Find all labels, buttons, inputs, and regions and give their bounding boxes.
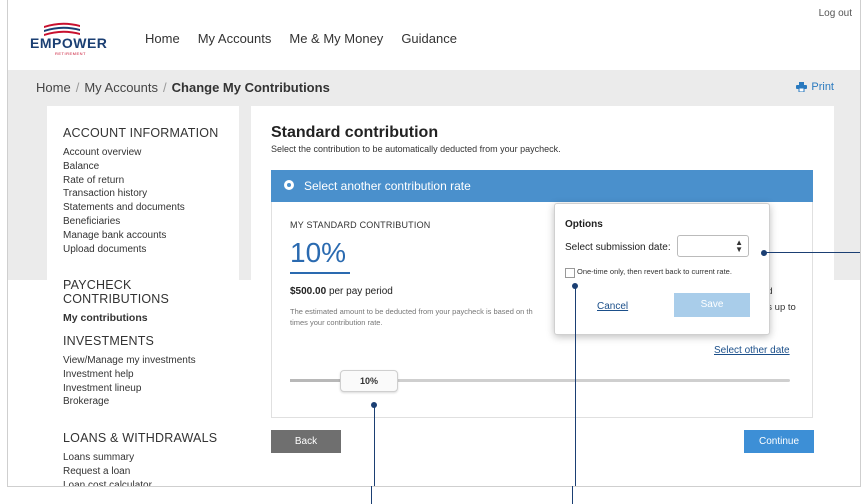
submission-date-label: Select submission date: [565,242,671,253]
print-button[interactable]: Print [796,81,834,93]
page-subtitle: Select the contribution to be automatica… [271,144,561,154]
empower-logo[interactable]: EMPOWER RETIREMENT [30,20,107,60]
page-frame: EMPOWER RETIREMENT Home My Accounts Me &… [7,0,861,487]
callout-line [374,405,375,486]
radio-selected-icon[interactable] [284,180,294,190]
amount-per-pay-period: $500.00 per pay period [290,286,393,297]
sidebar-item-brokerage[interactable]: Brokerage [63,395,196,409]
one-time-checkbox-label[interactable]: One-time only, then revert back to curre… [577,267,732,276]
breadcrumb: Home / My Accounts / Change My Contributions [36,80,330,95]
amount-suffix: per pay period [328,286,393,297]
estimate-text: The estimated amount to be deducted from… [290,306,540,328]
continue-button[interactable]: Continue [744,430,814,453]
contribution-slider-handle[interactable]: 10% [340,370,398,392]
flag-stripes-icon [44,22,80,36]
sidebar-item-investment-lineup[interactable]: Investment lineup [63,382,196,396]
sidebar-item-balance[interactable]: Balance [63,160,218,174]
logo-wordmark: EMPOWER [30,35,108,51]
sidebar-item-beneficiaries[interactable]: Beneficiaries [63,215,218,229]
contribution-option-bar[interactable]: Select another contribution rate [271,170,813,202]
contribution-option-label: Select another contribution rate [304,179,471,193]
callout-line-extension [371,486,372,504]
cancel-link[interactable]: Cancel [597,301,628,312]
sidebar-heading: INVESTMENTS [63,334,155,348]
site-header: EMPOWER RETIREMENT Home My Accounts Me &… [8,0,860,70]
sidebar-section-account-information: ACCOUNT INFORMATION Account overview Bal… [63,126,218,256]
one-time-checkbox[interactable] [565,268,575,278]
estimate-line-1: The estimated amount to be deducted from… [290,307,533,316]
sidebar-item-account-overview[interactable]: Account overview [63,146,218,160]
main-nav: Home My Accounts Me & My Money Guidance [145,31,457,46]
sidebar-item-loans-summary[interactable]: Loans summary [63,451,217,465]
sidebar-item-view-manage-investments[interactable]: View/Manage my investments [63,354,196,368]
contribution-percent: 10% [290,237,347,268]
logo-subtitle: RETIREMENT [55,51,86,56]
sidebar-heading: ACCOUNT INFORMATION [63,126,219,140]
callout-line [575,286,576,486]
nav-guidance[interactable]: Guidance [401,31,457,46]
sidebar-item-loan-cost-calculator[interactable]: Loan cost calculator [63,479,217,486]
nav-me-and-my-money[interactable]: Me & My Money [289,31,383,46]
print-label: Print [811,81,834,93]
save-button[interactable]: Save [674,293,750,317]
submission-date-select[interactable]: ▲ ▼ [677,235,749,257]
breadcrumb-separator: / [163,80,167,95]
callout-dot [761,250,767,256]
sidebar-section-paycheck: PAYCHECK CONTRIBUTIONS My contributions [63,278,239,326]
sidebar-item-statements[interactable]: Statements and documents [63,201,218,215]
select-other-date-link[interactable]: Select other date [714,345,790,356]
estimate-line-2: times your contribution rate. [290,318,383,327]
sidebar-item-investment-help[interactable]: Investment help [63,368,196,382]
sidebar-item-request-a-loan[interactable]: Request a loan [63,465,217,479]
sidebar-section-investments: INVESTMENTS View/Manage my investments I… [63,334,196,409]
nav-home[interactable]: Home [145,31,180,46]
sidebar-item-my-contributions[interactable]: My contributions [63,312,239,326]
breadcrumb-my-accounts[interactable]: My Accounts [84,80,158,95]
callout-line-extension [572,486,573,504]
printer-icon [796,82,808,92]
page-title: Standard contribution [271,124,439,141]
sidebar-item-manage-bank-accounts[interactable]: Manage bank accounts [63,229,218,243]
breadcrumb-separator: / [75,80,80,95]
callout-line [764,252,860,253]
sidebar-item-transaction-history[interactable]: Transaction history [63,187,218,201]
amount-value: $500.00 [290,286,327,297]
sidebar-section-loans: LOANS & WITHDRAWALS Loans summary Reques… [63,431,218,486]
nav-my-accounts[interactable]: My Accounts [198,31,272,46]
select-arrows-icon: ▲ ▼ [735,238,743,254]
percent-underline [290,272,350,274]
standard-contribution-label: MY STANDARD CONTRIBUTION [290,220,431,230]
back-button[interactable]: Back [271,430,341,453]
options-popover: Options Select submission date: ▲ ▼ One-t… [554,203,770,335]
sidebar-heading: PAYCHECK CONTRIBUTIONS [63,278,170,306]
sidebar-heading: LOANS & WITHDRAWALS [63,431,218,445]
logout-link[interactable]: Log out [819,8,852,19]
sidebar: ACCOUNT INFORMATION Account overview Bal… [47,106,239,486]
options-title: Options [565,219,603,230]
breadcrumb-current: Change My Contributions [171,80,330,95]
breadcrumb-home[interactable]: Home [36,80,71,95]
sidebar-item-rate-of-return[interactable]: Rate of return [63,174,218,188]
sidebar-item-upload-documents[interactable]: Upload documents [63,243,218,257]
